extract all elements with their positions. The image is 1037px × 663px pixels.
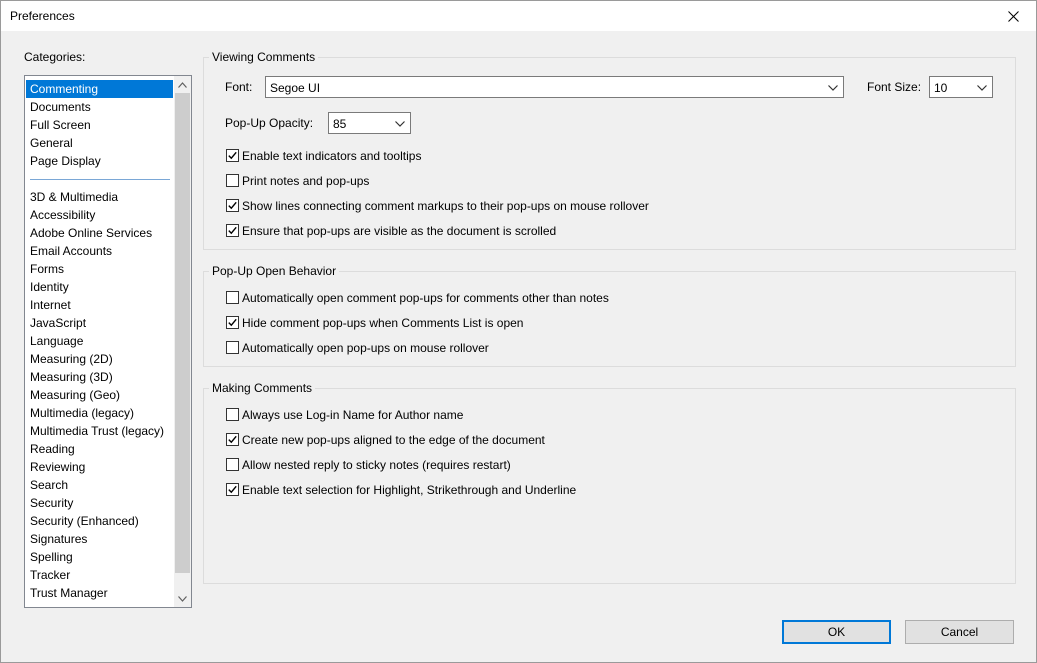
category-item[interactable]: JavaScript xyxy=(26,314,173,332)
category-item[interactable]: Adobe Online Services xyxy=(26,224,173,242)
checkbox[interactable] xyxy=(226,199,239,212)
category-item[interactable]: Documents xyxy=(26,98,173,116)
font-select-value: Segoe UI xyxy=(270,81,321,95)
checkbox-label: Show lines connecting comment markups to… xyxy=(242,199,649,213)
checkbox-label: Enable text indicators and tooltips xyxy=(242,149,422,163)
font-size-label: Font Size: xyxy=(867,80,922,94)
making-comments-title: Making Comments xyxy=(209,381,316,395)
checkbox[interactable] xyxy=(226,224,239,237)
checkbox-label: Print notes and pop-ups xyxy=(242,174,370,188)
list-scrollbar[interactable] xyxy=(174,76,191,607)
opacity-label: Pop-Up Opacity: xyxy=(225,116,314,130)
viewing-comments-title: Viewing Comments xyxy=(209,50,319,64)
category-item[interactable]: Identity xyxy=(26,278,173,296)
close-icon xyxy=(1007,10,1019,22)
category-item[interactable]: Security (Enhanced) xyxy=(26,512,173,530)
checkbox-label: Automatically open pop-ups on mouse roll… xyxy=(242,341,489,355)
categories-label: Categories: xyxy=(24,50,86,64)
category-item[interactable]: General xyxy=(26,134,173,152)
checkmark-icon xyxy=(228,226,237,235)
opacity-value: 85 xyxy=(333,117,347,131)
category-item[interactable]: Measuring (3D) xyxy=(26,368,173,386)
popup-behavior-group: Pop-Up Open Behavior Automatically open … xyxy=(203,264,1016,367)
category-item[interactable]: Full Screen xyxy=(26,116,173,134)
scroll-thumb[interactable] xyxy=(175,93,190,573)
category-item[interactable]: Multimedia Trust (legacy) xyxy=(26,422,173,440)
checkmark-icon xyxy=(228,151,237,160)
category-item[interactable]: Internet xyxy=(26,296,173,314)
list-separator xyxy=(30,179,170,180)
scroll-down-button[interactable] xyxy=(174,590,191,607)
checkmark-icon xyxy=(228,485,237,494)
category-item[interactable]: Language xyxy=(26,332,173,350)
checkbox[interactable] xyxy=(226,149,239,162)
checkbox-label: Enable text selection for Highlight, Str… xyxy=(242,483,577,497)
ok-button[interactable]: OK xyxy=(782,620,891,644)
preferences-dialog: Preferences Categories: Commenting Docume… xyxy=(0,0,1037,663)
cancel-button[interactable]: Cancel xyxy=(905,620,1014,644)
category-item[interactable]: Multimedia (legacy) xyxy=(26,404,173,422)
checkbox-label: Always use Log-in Name for Author name xyxy=(242,408,464,422)
checkbox-label: Hide comment pop-ups when Comments List … xyxy=(242,316,524,330)
checkbox[interactable] xyxy=(226,408,239,421)
checkmark-icon xyxy=(228,435,237,444)
checkbox-label: Allow nested reply to sticky notes (requ… xyxy=(242,458,511,472)
chevron-down-icon xyxy=(395,121,405,127)
chevron-down-icon xyxy=(828,85,838,91)
checkbox[interactable] xyxy=(226,291,239,304)
category-item[interactable]: Accessibility xyxy=(26,206,173,224)
category-item[interactable]: Page Display xyxy=(26,152,173,170)
title-bar: Preferences xyxy=(1,1,1036,31)
viewing-comments-group: Viewing Comments Font: Segoe UI Font Siz… xyxy=(203,50,1016,250)
font-label: Font: xyxy=(225,80,253,94)
category-item[interactable]: Tracker xyxy=(26,566,173,584)
category-item[interactable]: Measuring (2D) xyxy=(26,350,173,368)
category-item[interactable]: Trust Manager xyxy=(26,584,173,602)
category-item[interactable]: Spelling xyxy=(26,548,173,566)
chevron-down-icon xyxy=(178,595,187,602)
making-comments-group: Making Comments Always use Log-in Name f… xyxy=(203,381,1016,584)
checkbox[interactable] xyxy=(226,341,239,354)
category-item[interactable]: Measuring (Geo) xyxy=(26,386,173,404)
category-item[interactable]: Forms xyxy=(26,260,173,278)
category-item[interactable]: Signatures xyxy=(26,530,173,548)
checkmark-icon xyxy=(228,201,237,210)
close-button[interactable] xyxy=(990,1,1036,31)
font-size-select[interactable]: 10 xyxy=(929,76,993,98)
checkbox[interactable] xyxy=(226,174,239,187)
categories-list[interactable]: Commenting Documents Full Screen General Pag… xyxy=(24,75,192,608)
chevron-down-icon xyxy=(977,85,987,91)
category-item[interactable]: 3D & Multimedia xyxy=(26,188,173,206)
font-size-value: 10 xyxy=(934,81,948,95)
checkbox-label: Automatically open comment pop-ups for c… xyxy=(242,291,609,305)
popup-behavior-title: Pop-Up Open Behavior xyxy=(209,264,340,278)
scroll-up-button[interactable] xyxy=(174,76,191,93)
font-select[interactable]: Segoe UI xyxy=(265,76,844,98)
checkbox[interactable] xyxy=(226,433,239,446)
category-item[interactable]: Email Accounts xyxy=(26,242,173,260)
category-item[interactable]: Commenting xyxy=(26,80,173,98)
chevron-up-icon xyxy=(178,81,187,88)
opacity-select[interactable]: 85 xyxy=(328,112,411,134)
checkbox-label: Ensure that pop-ups are visible as the d… xyxy=(242,224,557,238)
category-item[interactable]: Reading xyxy=(26,440,173,458)
checkbox-label: Create new pop-ups aligned to the edge o… xyxy=(242,433,545,447)
window-title: Preferences xyxy=(10,9,75,23)
checkmark-icon xyxy=(228,318,237,327)
category-item[interactable]: Security xyxy=(26,494,173,512)
checkbox[interactable] xyxy=(226,483,239,496)
checkbox[interactable] xyxy=(226,316,239,329)
category-item[interactable]: Search xyxy=(26,476,173,494)
checkbox[interactable] xyxy=(226,458,239,471)
category-item[interactable]: Reviewing xyxy=(26,458,173,476)
